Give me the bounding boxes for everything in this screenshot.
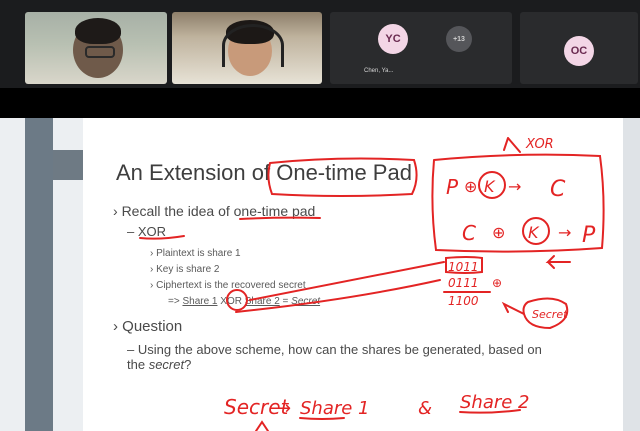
formula-op: XOR (220, 296, 242, 307)
sub-item: › Plaintext is share 1 (150, 248, 241, 259)
bullet-question: › Question (113, 318, 183, 335)
slide-right-edge (623, 118, 640, 431)
question-text-secret: secret (148, 357, 185, 372)
formula-eq: = (282, 296, 289, 307)
question-text: – Using the above scheme, how can the sh… (127, 342, 542, 372)
participant-audio-tile: OC (520, 12, 638, 84)
sub-item-text: Ciphertext is the recovered secret (156, 280, 306, 291)
bullet-xor: – XOR (127, 224, 167, 239)
participant-video-tile[interactable] (25, 12, 167, 84)
participant-video-tile[interactable] (172, 12, 322, 84)
formula-line: => Share 1 XOR Share 2 = Secret (168, 296, 320, 307)
slide-side-strip (25, 118, 53, 431)
slide-title-boxed: One-time Pad (276, 160, 412, 185)
formula-secret: Secret (291, 296, 321, 307)
bullet-xor-text: XOR (137, 224, 167, 239)
question-text-end: ? (184, 357, 192, 372)
bullet-recall: › Recall the idea of one-time pad (113, 203, 316, 219)
sub-item: › Ciphertext is the recovered secret (150, 280, 306, 291)
slide-accent-block (53, 150, 83, 180)
participant-hair (75, 18, 121, 44)
participant-name: Chen, Ya... (364, 68, 394, 74)
participant-headset (222, 24, 284, 67)
bullet-question-text: Question (122, 318, 183, 335)
screen-share-header (0, 88, 640, 118)
participant-strip: YC Chen, Ya... +13 OC (0, 0, 640, 88)
sub-item-text: Plaintext is share 1 (156, 248, 241, 259)
formula-share2: Share 2 (244, 296, 280, 307)
formula-share1: Share 1 (182, 296, 218, 307)
participant-audio-tiles: YC Chen, Ya... +13 (330, 12, 512, 84)
participant-avatar[interactable]: YC (378, 24, 408, 54)
participant-avatar[interactable]: OC (564, 36, 594, 66)
sub-item-text: Key is share 2 (156, 264, 220, 275)
sub-item: › Key is share 2 (150, 264, 220, 275)
more-participants-badge[interactable]: +13 (446, 26, 472, 52)
formula-arrow: => (168, 296, 180, 307)
slide-title: An Extension of One-time Pad (116, 160, 412, 186)
bullet-recall-text: Recall the idea of one-time pad (121, 203, 316, 219)
slide-title-prefix: An Extension of (116, 160, 277, 185)
participant-glasses (85, 46, 115, 58)
